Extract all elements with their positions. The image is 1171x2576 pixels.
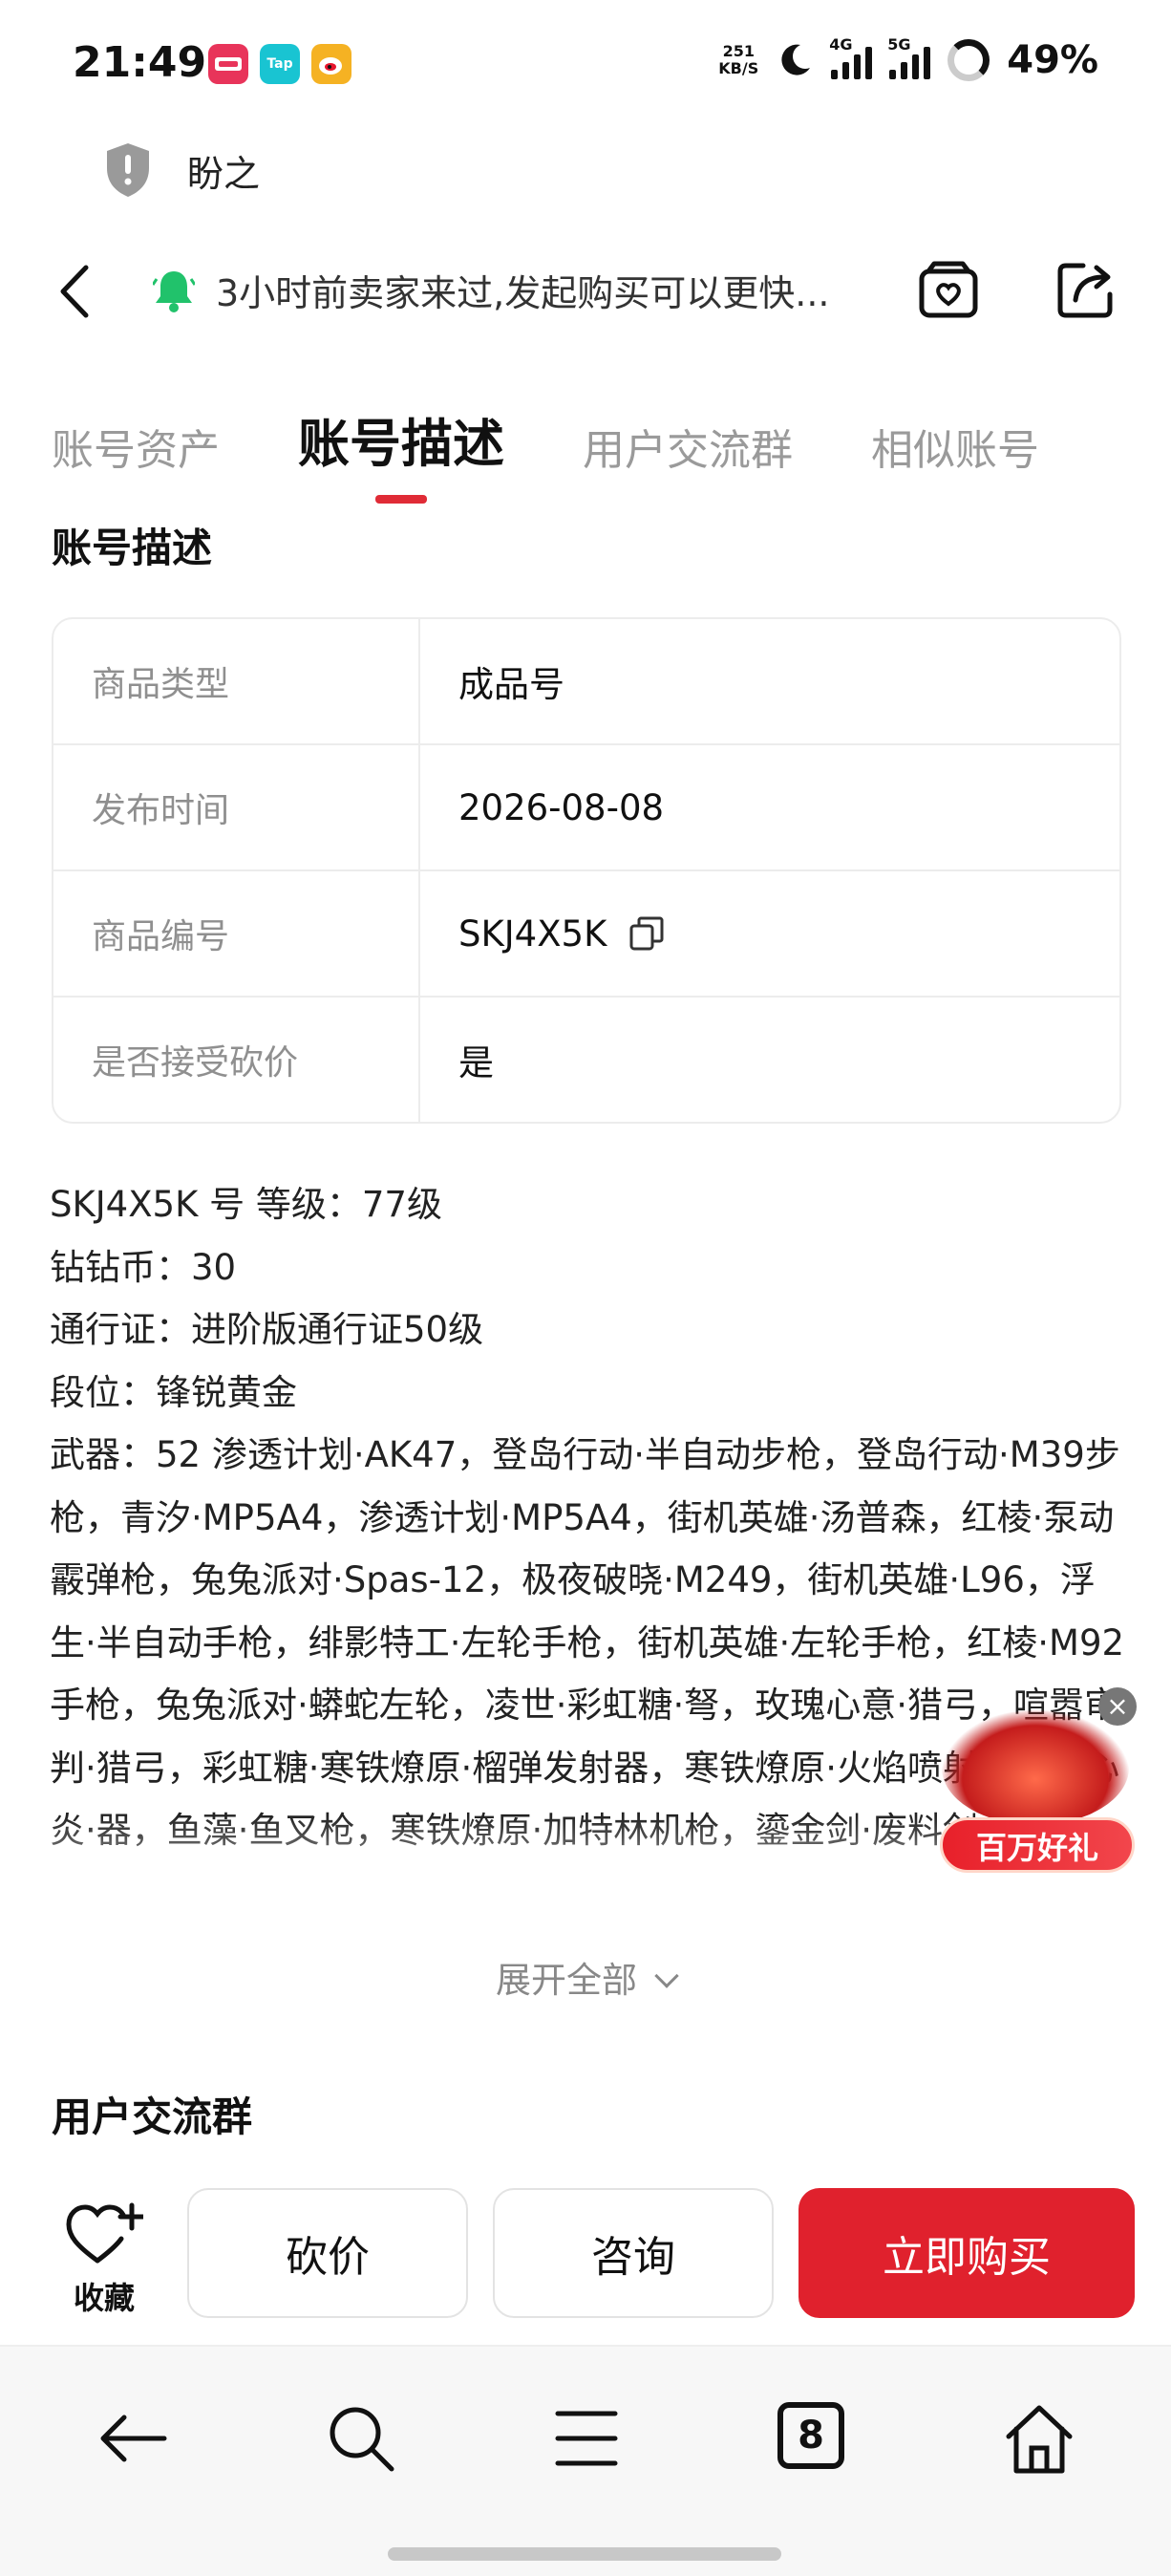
bell-icon (153, 270, 195, 312)
consult-button[interactable]: 咨询 (493, 2188, 774, 2318)
taptap-app-icon: Tap (260, 44, 300, 84)
yibaiyi-app-icon (208, 44, 248, 84)
weibo-app-icon (311, 44, 351, 84)
header: 3小时前卖家来过,发起购买可以更快... (0, 239, 1171, 344)
table-row: 是否接受砍价 是 (53, 998, 1119, 1122)
home-indicator (388, 2547, 781, 2561)
promo-floating-ad[interactable]: × 百万好礼 (938, 1682, 1137, 1873)
menu-icon[interactable] (548, 2400, 625, 2477)
status-time: 21:49 (73, 38, 207, 87)
collect-button[interactable]: 收藏 (52, 2200, 157, 2318)
tab-account-assets[interactable]: 账号资产 (52, 416, 220, 504)
back-button[interactable] (48, 260, 105, 323)
security-row: 盼之 (103, 141, 260, 199)
notification-app-icons: Tap (208, 44, 351, 84)
collect-label: 收藏 (73, 2280, 135, 2316)
info-label: 商品编号 (53, 871, 420, 996)
description-line: SKJ4X5K 号 等级：77级 (50, 1184, 442, 1225)
info-label: 是否接受砍价 (53, 998, 420, 1122)
table-row: 商品编号 SKJ4X5K (53, 871, 1119, 998)
community-section-title: 用户交流群 (52, 2093, 253, 2140)
description-section-title: 账号描述 (52, 525, 213, 571)
security-label: 盼之 (187, 152, 261, 195)
moon-icon (781, 44, 811, 75)
bargain-button[interactable]: 砍价 (187, 2188, 468, 2318)
chevron-down-icon (654, 1964, 679, 1988)
arrow-left-icon[interactable] (96, 2400, 172, 2477)
status-indicators: 251 KB/S 4G 5G 49% (718, 35, 1098, 82)
home-icon[interactable] (1001, 2400, 1077, 2477)
tab-account-description[interactable]: 账号描述 (298, 401, 504, 504)
description-line: 段位：锋锐黄金 (50, 1371, 297, 1413)
buy-now-button[interactable]: 立即购买 (798, 2188, 1135, 2318)
signal-5g-icon: 5G (887, 35, 931, 79)
tabs-count-button[interactable]: 8 (777, 2402, 844, 2469)
expand-all-button[interactable]: 展开全部 (0, 1951, 1171, 2003)
info-label: 发布时间 (53, 745, 420, 869)
copy-icon[interactable] (628, 914, 666, 953)
shield-icon (107, 143, 149, 197)
tab-similar-accounts[interactable]: 相似账号 (871, 416, 1039, 504)
info-value: 成品号 (458, 664, 564, 705)
car-promo-image (942, 1710, 1129, 1825)
seller-notice: 3小时前卖家来过,发起购买可以更快... (153, 264, 830, 316)
info-value: SKJ4X5K (420, 871, 1119, 996)
net-speed: 251 KB/S (718, 42, 759, 77)
favorite-box-button[interactable] (917, 258, 980, 321)
signal-4g-icon: 4G (829, 35, 873, 79)
description-line: 通行证：进阶版通行证50级 (50, 1309, 484, 1350)
info-value: 2026-08-08 (458, 786, 665, 828)
status-bar: 21:49 Tap 251 KB/S 4G 5G 49% (0, 0, 1171, 134)
section-tabs: 账号资产 账号描述 用户交流群 相似账号 (52, 401, 1039, 504)
share-button[interactable] (1054, 258, 1118, 321)
promo-label[interactable]: 百万好礼 (940, 1817, 1135, 1873)
heart-plus-icon (66, 2202, 146, 2264)
info-label: 商品类型 (53, 619, 420, 743)
bottom-action-bar: 收藏 砍价 咨询 立即购买 (0, 2169, 1171, 2341)
search-icon[interactable] (323, 2400, 399, 2477)
notice-text: 3小时前卖家来过,发起购买可以更快... (216, 272, 830, 314)
info-value: 是 (458, 1042, 494, 1084)
table-row: 商品类型 成品号 (53, 619, 1119, 745)
battery-icon (947, 39, 990, 81)
close-icon[interactable]: × (1098, 1687, 1137, 1726)
battery-percent: 49% (1007, 38, 1098, 82)
browser-nav-bar: 8 (0, 2345, 1171, 2576)
tab-user-group[interactable]: 用户交流群 (583, 416, 793, 504)
description-line: 钻钻币：30 (50, 1246, 237, 1288)
table-row: 发布时间 2026-08-08 (53, 745, 1119, 871)
product-info-table: 商品类型 成品号 发布时间 2026-08-08 商品编号 SKJ4X5K 是否… (52, 617, 1121, 1124)
